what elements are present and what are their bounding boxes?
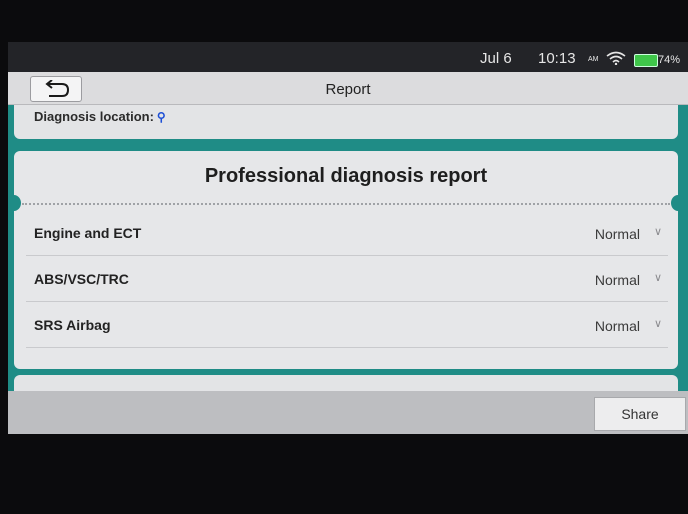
report-divider	[22, 203, 670, 205]
report-content[interactable]: Diagnosis location: ⚲ Professional diagno…	[8, 105, 688, 391]
diagnosis-location: Diagnosis location: ⚲	[34, 109, 166, 124]
card-notch-right	[671, 195, 685, 211]
battery-icon	[634, 54, 658, 67]
card-notch-left	[8, 195, 21, 211]
system-row-abs[interactable]: ABS/VSC/TRC Normal ∨	[26, 257, 668, 302]
location-pin-icon: ⚲	[156, 110, 166, 124]
system-name: ABS/VSC/TRC	[34, 271, 129, 287]
status-ampm: AM	[588, 56, 599, 63]
chevron-down-icon: ∨	[653, 318, 662, 330]
system-status: Normal	[594, 272, 640, 288]
report-card: Professional diagnosis report Engine and…	[8, 151, 685, 369]
system-status: Normal	[594, 226, 640, 242]
chevron-down-icon: ∨	[653, 272, 662, 284]
system-row-srs[interactable]: SRS Airbag Normal ∨	[26, 303, 668, 348]
device-screen: Jul 6 10:13 AM 74% Report Diagnosis loca…	[8, 42, 688, 434]
bottom-toolbar: Share	[8, 391, 688, 434]
info-card: Diagnosis location: ⚲	[14, 105, 678, 139]
system-name: Engine and ECT	[34, 225, 142, 241]
battery-percent: 74%	[658, 54, 681, 66]
wifi-icon	[606, 51, 626, 65]
system-status: Normal	[594, 318, 640, 334]
status-date: Jul 6	[480, 50, 512, 67]
status-time: 10:13	[538, 50, 576, 67]
report-title: Professional diagnosis report	[204, 165, 488, 187]
location-label: Diagnosis location:	[34, 109, 154, 124]
share-button[interactable]: Share	[594, 397, 686, 431]
chevron-down-icon: ∨	[653, 226, 662, 238]
system-row-engine[interactable]: Engine and ECT Normal ∨	[26, 211, 668, 256]
status-bar: Jul 6 10:13 AM 74%	[8, 42, 688, 72]
next-card	[14, 375, 678, 391]
title-bar: Report	[8, 72, 688, 105]
system-name: SRS Airbag	[34, 317, 111, 333]
page-title: Report	[325, 81, 371, 98]
